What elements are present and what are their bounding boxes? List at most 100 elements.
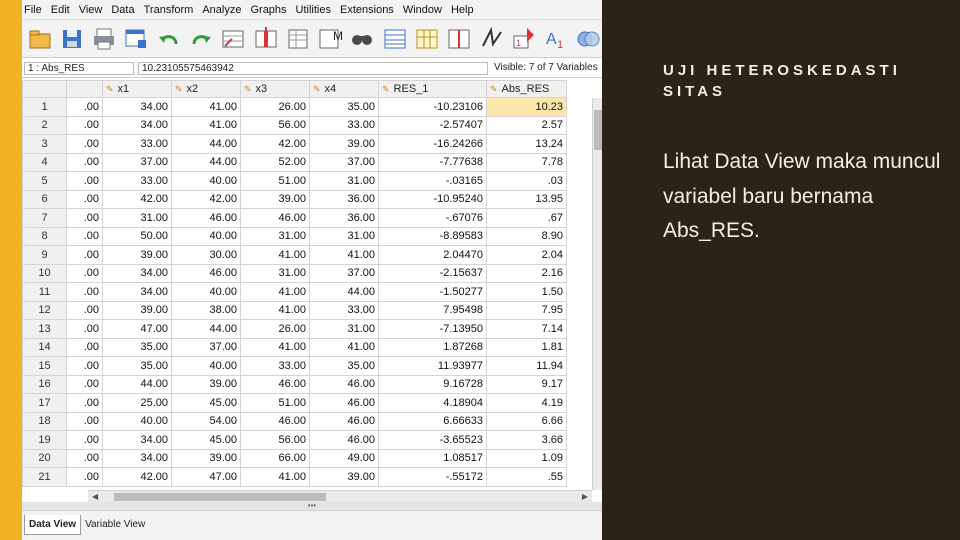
data-cell-abs[interactable]: 7.14 [486, 319, 567, 339]
data-cell-x3[interactable]: 41.00 [240, 300, 310, 320]
row-number[interactable]: 14 [22, 337, 67, 357]
data-cell-x4[interactable]: 46.00 [309, 430, 379, 450]
insert-cases-icon[interactable] [381, 25, 408, 53]
menu-extensions[interactable]: Extensions [340, 4, 403, 16]
data-cell-x3[interactable]: 41.00 [240, 337, 310, 357]
menu-help[interactable]: Help [451, 4, 483, 16]
data-cell-abs[interactable]: 2.04 [486, 245, 567, 265]
data-cell-x2[interactable]: 46.00 [171, 208, 241, 228]
data-cell-x4[interactable]: 37.00 [309, 152, 379, 172]
split-file-icon[interactable] [446, 25, 473, 53]
data-cell-x4[interactable]: 31.00 [309, 226, 379, 246]
row-number[interactable]: 17 [22, 393, 67, 413]
data-cell-x3[interactable]: 51.00 [240, 393, 310, 413]
row-number[interactable]: 6 [22, 189, 67, 209]
save-icon[interactable] [58, 25, 85, 53]
data-cell-res[interactable]: -.67076 [378, 208, 487, 228]
value-labels-icon[interactable]: A1 [543, 25, 570, 53]
data-cell-x3[interactable]: 26.00 [240, 319, 310, 339]
data-cell-y[interactable]: .00 [66, 374, 103, 394]
row-number[interactable]: 7 [22, 208, 67, 228]
data-cell-x4[interactable]: 31.00 [309, 171, 379, 191]
data-cell-res[interactable]: 2.04470 [378, 245, 487, 265]
data-cell-res[interactable]: 4.18904 [378, 393, 487, 413]
menu-data[interactable]: Data [111, 4, 143, 16]
data-cell-res[interactable]: -10.95240 [378, 189, 487, 209]
data-cell-x4[interactable]: 46.00 [309, 411, 379, 431]
data-cell-x3[interactable]: 31.00 [240, 226, 310, 246]
weight-cases-icon[interactable] [478, 25, 505, 53]
data-cell-x1[interactable]: 34.00 [102, 430, 172, 450]
data-cell-res[interactable]: 11.93977 [378, 356, 487, 376]
row-number[interactable]: 8 [22, 226, 67, 246]
data-cell-x4[interactable]: 46.00 [309, 393, 379, 413]
tab-variable-view[interactable]: Variable View [81, 515, 149, 534]
data-cell-x2[interactable]: 40.00 [171, 171, 241, 191]
data-cell-y[interactable]: .00 [66, 319, 103, 339]
data-cell-y[interactable]: .00 [66, 245, 103, 265]
column-header-x3[interactable]: ✎ x3 [240, 80, 310, 98]
data-cell-x2[interactable]: 45.00 [171, 430, 241, 450]
open-folder-icon[interactable] [26, 25, 53, 53]
row-number[interactable]: 3 [22, 134, 67, 154]
data-cell-x2[interactable]: 40.00 [171, 356, 241, 376]
data-cell-x1[interactable]: 39.00 [102, 245, 172, 265]
data-cell-abs[interactable]: .55 [486, 467, 567, 487]
data-cell-x2[interactable]: 40.00 [171, 282, 241, 302]
data-cell-abs[interactable]: 1.50 [486, 282, 567, 302]
data-cell-x3[interactable]: 46.00 [240, 208, 310, 228]
data-cell-x1[interactable]: 47.00 [102, 319, 172, 339]
data-cell-res[interactable]: -8.89583 [378, 226, 487, 246]
menu-file[interactable]: File [22, 4, 51, 16]
data-cell-x2[interactable]: 41.00 [171, 115, 241, 135]
data-cell-y[interactable]: .00 [66, 189, 103, 209]
data-cell-res[interactable]: -2.57407 [378, 115, 487, 135]
data-cell-abs[interactable]: 6.66 [486, 411, 567, 431]
vertical-scrollbar[interactable] [592, 98, 602, 490]
data-cell-y[interactable]: .00 [66, 337, 103, 357]
data-cell-x2[interactable]: 37.00 [171, 337, 241, 357]
use-sets-icon[interactable] [575, 25, 602, 53]
data-cell-x3[interactable]: 56.00 [240, 430, 310, 450]
data-cell-abs[interactable]: 8.90 [486, 226, 567, 246]
data-cell-x4[interactable]: 41.00 [309, 337, 379, 357]
data-cell-res[interactable]: -.03165 [378, 171, 487, 191]
data-cell-x1[interactable]: 50.00 [102, 226, 172, 246]
data-cell-x4[interactable]: 46.00 [309, 374, 379, 394]
data-cell-res[interactable]: -2.15637 [378, 263, 487, 283]
row-number[interactable]: 5 [22, 171, 67, 191]
row-number[interactable]: 18 [22, 411, 67, 431]
run-descriptive-icon[interactable]: M [317, 25, 344, 53]
data-cell-x4[interactable]: 39.00 [309, 467, 379, 487]
data-cell-x1[interactable]: 34.00 [102, 263, 172, 283]
data-cell-x2[interactable]: 47.00 [171, 467, 241, 487]
data-cell-x3[interactable]: 52.00 [240, 152, 310, 172]
data-cell-x2[interactable]: 41.00 [171, 97, 241, 117]
variables-icon[interactable] [284, 25, 311, 53]
row-number[interactable]: 11 [22, 282, 67, 302]
data-cell-y[interactable]: .00 [66, 208, 103, 228]
row-number[interactable]: 12 [22, 300, 67, 320]
dialog-recall-icon[interactable] [123, 25, 150, 53]
data-cell-abs[interactable]: 4.19 [486, 393, 567, 413]
data-cell-y[interactable]: .00 [66, 393, 103, 413]
data-cell-x4[interactable]: 35.00 [309, 97, 379, 117]
column-header-res_1[interactable]: ✎ RES_1 [378, 80, 487, 98]
data-cell-x1[interactable]: 35.00 [102, 356, 172, 376]
row-number[interactable]: 10 [22, 263, 67, 283]
data-cell-res[interactable]: 7.95498 [378, 300, 487, 320]
goto-variable-icon[interactable] [252, 25, 279, 53]
data-cell-x3[interactable]: 41.00 [240, 467, 310, 487]
data-cell-y[interactable]: .00 [66, 467, 103, 487]
data-cell-x3[interactable]: 46.00 [240, 411, 310, 431]
data-cell-x2[interactable]: 46.00 [171, 263, 241, 283]
print-icon[interactable] [91, 25, 118, 53]
data-cell-res[interactable]: 1.08517 [378, 448, 487, 468]
data-cell-y[interactable]: .00 [66, 282, 103, 302]
row-number[interactable]: 20 [22, 448, 67, 468]
data-cell-abs[interactable]: 2.57 [486, 115, 567, 135]
data-cell-x2[interactable]: 39.00 [171, 448, 241, 468]
data-cell-x1[interactable]: 34.00 [102, 97, 172, 117]
goto-case-icon[interactable] [220, 25, 247, 53]
insert-variable-icon[interactable] [413, 25, 440, 53]
